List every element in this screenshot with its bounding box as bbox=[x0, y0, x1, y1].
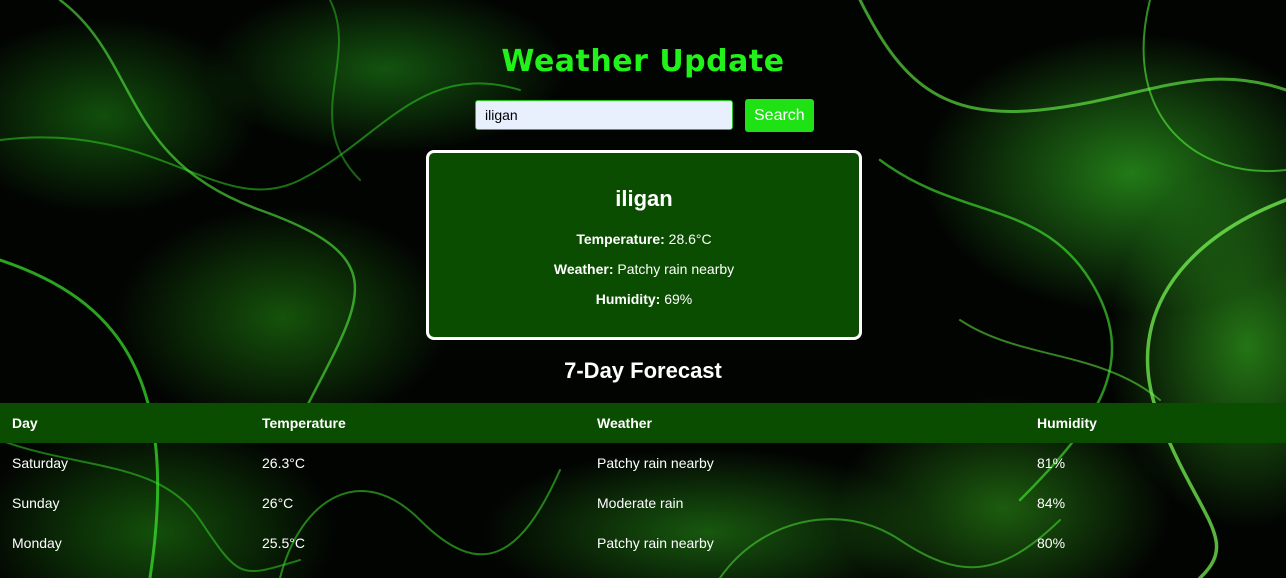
column-header-humidity: Humidity bbox=[1025, 403, 1286, 443]
cell-weather: Moderate rain bbox=[597, 495, 684, 511]
cell-day: Monday bbox=[12, 535, 62, 551]
forecast-title: 7-Day Forecast bbox=[564, 358, 722, 383]
column-header-day: Day bbox=[0, 403, 250, 443]
weather-value: Patchy rain nearby bbox=[617, 261, 735, 277]
cell-weather: Patchy rain nearby bbox=[597, 535, 714, 551]
current-temperature: Temperature: 28.6°C bbox=[429, 224, 859, 254]
weather-label: Weather: bbox=[553, 261, 614, 277]
humidity-label: Humidity: bbox=[595, 291, 661, 307]
cell-temperature: 26°C bbox=[262, 495, 294, 511]
cell-weather: Patchy rain nearby bbox=[597, 455, 714, 471]
page: Weather Update Search iligan Temperature… bbox=[0, 0, 1286, 578]
current-humidity: Humidity: 69% bbox=[429, 284, 859, 314]
cell-humidity: 80% bbox=[1037, 535, 1066, 551]
cell-humidity: 84% bbox=[1037, 495, 1066, 511]
cell-day: Saturday bbox=[12, 455, 69, 471]
cell-temperature: 26.3°C bbox=[262, 455, 305, 471]
city-search-input[interactable] bbox=[475, 100, 733, 130]
column-header-weather: Weather bbox=[585, 403, 1025, 443]
table-row: Saturday 26.3°C Patchy rain nearby 81% bbox=[0, 443, 1286, 483]
search-bar: Search bbox=[475, 99, 814, 132]
table-row: Sunday 26°C Moderate rain 84% bbox=[0, 483, 1286, 523]
column-header-temperature: Temperature bbox=[250, 403, 585, 443]
page-title: Weather Update bbox=[501, 44, 785, 79]
current-weather: Weather: Patchy rain nearby bbox=[429, 254, 859, 284]
current-weather-card: iligan Temperature: 28.6°C Weather: Patc… bbox=[426, 150, 862, 340]
temperature-value: 28.6°C bbox=[668, 231, 712, 247]
table-row: Monday 25.5°C Patchy rain nearby 80% bbox=[0, 523, 1286, 563]
cell-temperature: 25.5°C bbox=[262, 535, 305, 551]
temperature-label: Temperature: bbox=[576, 231, 665, 247]
forecast-table: Day Temperature Weather Humidity Saturda… bbox=[0, 403, 1286, 563]
city-name: iligan bbox=[615, 186, 673, 211]
search-button[interactable]: Search bbox=[745, 99, 814, 132]
cell-humidity: 81% bbox=[1037, 455, 1066, 471]
cell-day: Sunday bbox=[12, 495, 60, 511]
forecast-header-row: Day Temperature Weather Humidity bbox=[0, 403, 1286, 443]
humidity-value: 69% bbox=[664, 291, 693, 307]
